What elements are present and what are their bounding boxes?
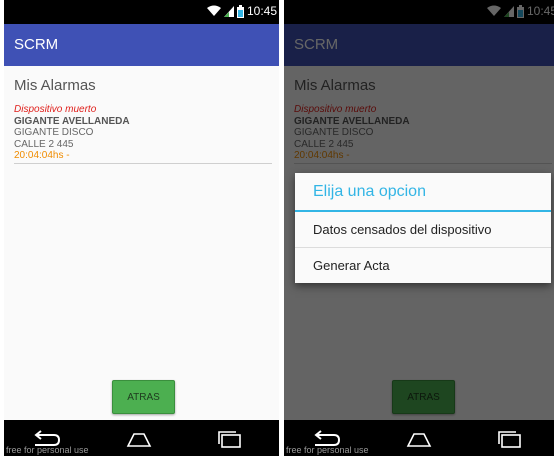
watermark: free for personal use xyxy=(286,445,369,455)
section-title: Mis Alarmas xyxy=(14,77,96,94)
wifi-icon xyxy=(206,5,221,17)
alarm-status: Dispositivo muerto xyxy=(14,104,97,115)
recent-apps-icon[interactable] xyxy=(496,430,522,453)
alarm-detail-2: CALLE 2 445 xyxy=(14,138,74,150)
option-generate-report[interactable]: Generar Acta xyxy=(295,247,551,283)
recent-apps-icon[interactable] xyxy=(216,430,242,453)
status-time: 10:45 xyxy=(246,4,277,18)
alarm-list-item[interactable]: Dispositivo muerto GIGANTE AVELLANEDA GI… xyxy=(14,104,272,164)
home-icon[interactable] xyxy=(406,430,432,453)
navigation-bar: free for personal use xyxy=(4,420,279,456)
signal-icon xyxy=(223,5,234,17)
alarm-time: 20:04:04hs - xyxy=(14,150,70,162)
home-icon[interactable] xyxy=(126,430,152,453)
alarm-detail-1: GIGANTE DISCO xyxy=(14,127,94,139)
app-title: SCRM xyxy=(14,36,59,53)
back-button[interactable]: ATRAS xyxy=(112,380,175,414)
battery-icon xyxy=(236,4,244,18)
dialog-title: Elija una opcion xyxy=(295,173,551,212)
main-content: Mis Alarmas Dispositivo muerto GIGANTE A… xyxy=(4,66,279,420)
alarm-name: GIGANTE AVELLANEDA xyxy=(14,115,130,127)
app-bar: SCRM xyxy=(4,24,279,66)
watermark: free for personal use xyxy=(6,445,89,455)
screen-alarms-dialog: 10:45 SCRM Mis Alarmas Dispositivo muert… xyxy=(284,0,554,456)
option-sensor-data[interactable]: Datos censados del dispositivo xyxy=(295,212,551,247)
options-dialog: Elija una opcion Datos censados del disp… xyxy=(295,173,551,283)
navigation-bar: free for personal use xyxy=(284,420,554,456)
status-bar: 10:45 xyxy=(4,0,279,24)
screen-alarms-list: 10:45 SCRM Mis Alarmas Dispositivo muert… xyxy=(4,0,279,456)
